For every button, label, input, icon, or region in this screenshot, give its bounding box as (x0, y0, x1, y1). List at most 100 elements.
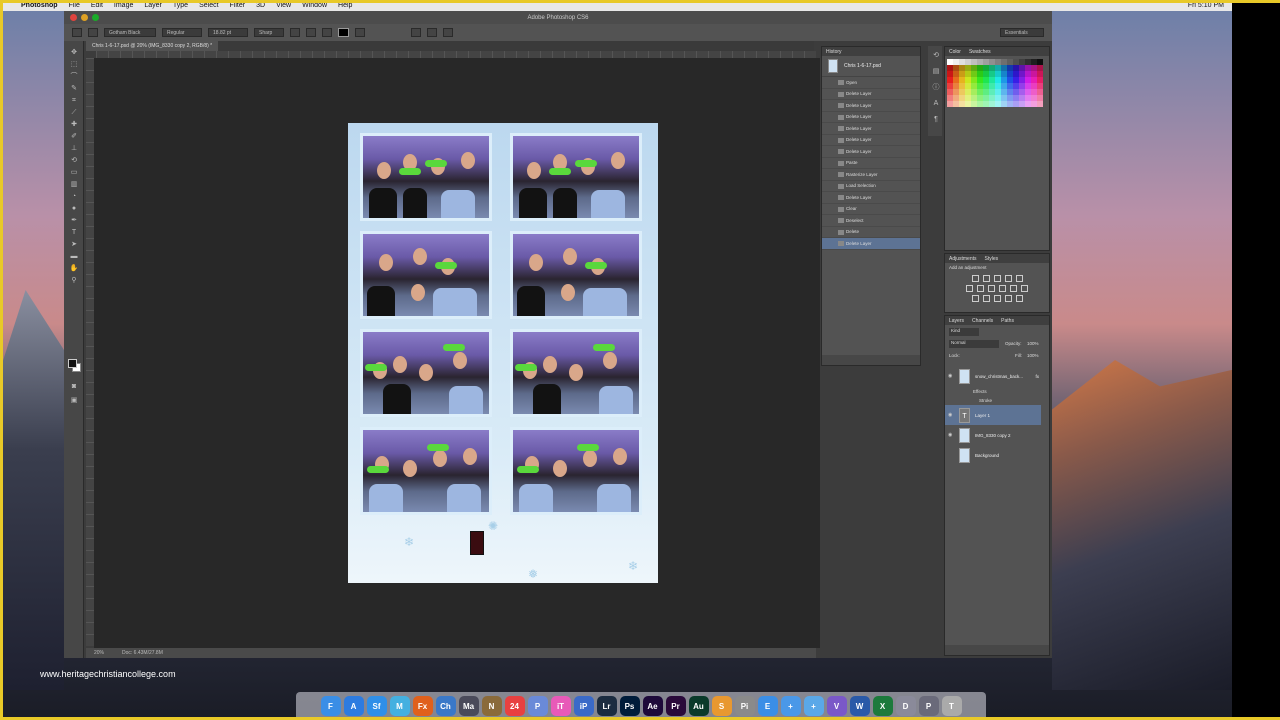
posterize-icon[interactable] (982, 295, 990, 302)
pen-tool-icon[interactable]: ✒ (69, 217, 79, 225)
menu-app-name[interactable]: Photoshop (21, 2, 58, 9)
layer-row-active[interactable]: ◉ T Layer 1 (945, 405, 1041, 425)
workspace-select[interactable]: Essentials (1000, 28, 1044, 37)
menu-layer[interactable]: Layer (144, 2, 162, 9)
menu-image[interactable]: Image (114, 2, 133, 9)
levels-icon[interactable] (982, 275, 990, 282)
warp-text-icon[interactable] (355, 28, 365, 37)
vibrance-icon[interactable] (1015, 275, 1023, 282)
dock-app-icon[interactable]: Lr (596, 696, 617, 716)
dock-app-icon[interactable]: 24 (504, 696, 525, 716)
menu-edit[interactable]: Edit (91, 2, 103, 9)
history-item[interactable]: Delete (822, 227, 920, 238)
menu-file[interactable]: File (69, 2, 80, 9)
history-item[interactable]: Delete Layer (822, 192, 920, 204)
anti-alias-select[interactable]: Sharp (254, 28, 284, 37)
tab-layers[interactable]: Layers (949, 318, 964, 324)
document-size[interactable]: Doc: 6.43M/27.8M (122, 650, 163, 656)
screen-mode-icon[interactable]: ▣ (69, 397, 79, 405)
visibility-eye-icon[interactable]: ◉ (948, 373, 954, 379)
dock-app-icon[interactable]: V (826, 696, 847, 716)
history-item[interactable]: Delete Layer (822, 135, 920, 146)
text-layer-placeholder[interactable] (470, 531, 484, 555)
document-tab[interactable]: Chris 1-6-17.psd @ 20% (IMG_8330 copy 2,… (86, 41, 219, 51)
dock-app-icon[interactable]: Ma (458, 696, 479, 716)
shape-tool-icon[interactable]: ▬ (69, 253, 79, 261)
photo-filter-icon[interactable] (999, 285, 1006, 292)
align-center-icon[interactable] (306, 28, 316, 37)
gradient-map-icon[interactable] (1004, 295, 1012, 302)
type-tool-icon[interactable]: T (69, 229, 79, 237)
text-color-swatch[interactable] (338, 28, 349, 37)
dock-app-icon[interactable]: + (803, 696, 824, 716)
foreground-color-swatch[interactable] (68, 359, 77, 368)
text-orientation-icon[interactable] (88, 28, 98, 37)
history-item[interactable]: Clear (822, 204, 920, 215)
tab-adjustments[interactable]: Adjustments (949, 256, 977, 262)
paragraph-panel-icon[interactable]: ¶ (931, 116, 941, 124)
history-panel-icon[interactable]: ⟲ (931, 52, 941, 60)
color-lookup-icon[interactable] (1021, 285, 1028, 292)
dock-app-icon[interactable]: S (711, 696, 732, 716)
brush-tool-icon[interactable]: ✐ (69, 133, 79, 141)
dock-app-icon[interactable]: Ps (619, 696, 640, 716)
tab-swatches[interactable]: Swatches (969, 49, 991, 55)
canvas-area[interactable]: ❄ ✺ ❄ ❅ (94, 58, 820, 648)
dock-app-icon[interactable]: Ae (642, 696, 663, 716)
dock-app-icon[interactable]: F (320, 696, 341, 716)
menu-select[interactable]: Select (199, 2, 218, 9)
history-item[interactable]: Delete Layer (822, 100, 920, 112)
crop-tool-icon[interactable]: ⌗ (69, 97, 79, 105)
dock-app-icon[interactable]: M (389, 696, 410, 716)
color-balance-icon[interactable] (977, 285, 984, 292)
tab-paths[interactable]: Paths (1001, 318, 1014, 324)
marquee-tool-icon[interactable]: ⬚ (69, 61, 79, 69)
blend-mode-select[interactable]: Normal (949, 340, 999, 348)
dock-app-icon[interactable]: W (849, 696, 870, 716)
history-item[interactable]: Delete Layer (822, 238, 920, 250)
dock-app-icon[interactable]: Au (688, 696, 709, 716)
info-panel-icon[interactable]: ⓘ (931, 84, 941, 92)
dock-app-icon[interactable]: D (895, 696, 916, 716)
path-select-tool-icon[interactable]: ➤ (69, 241, 79, 249)
zoom-tool-icon[interactable]: ⚲ (69, 277, 79, 285)
zoom-level[interactable]: 20% (94, 650, 104, 656)
visibility-eye-icon[interactable]: ◉ (948, 432, 954, 438)
blur-tool-icon[interactable]: ◔ (69, 193, 79, 201)
dodge-tool-icon[interactable]: ● (69, 205, 79, 213)
dock-app-icon[interactable]: iP (573, 696, 594, 716)
curves-icon[interactable] (993, 275, 1001, 282)
tab-styles[interactable]: Styles (985, 256, 999, 262)
menu-3d[interactable]: 3D (256, 2, 265, 9)
exposure-icon[interactable] (1004, 275, 1012, 282)
eyedropper-tool-icon[interactable]: ⟋ (69, 109, 79, 117)
menu-filter[interactable]: Filter (230, 2, 246, 9)
dock-app-icon[interactable]: Pi (734, 696, 755, 716)
dock-app-icon[interactable]: E (757, 696, 778, 716)
dock-app-icon[interactable]: X (872, 696, 893, 716)
dock-app-icon[interactable]: P (918, 696, 939, 716)
history-item[interactable]: Delete Layer (822, 112, 920, 123)
commit-edit-icon[interactable] (427, 28, 437, 37)
menu-help[interactable]: Help (338, 2, 352, 9)
move-tool-icon[interactable]: ✥ (69, 49, 79, 57)
dock-app-icon[interactable]: Sf (366, 696, 387, 716)
dock-app-icon[interactable]: + (780, 696, 801, 716)
menu-window[interactable]: Window (302, 2, 327, 9)
history-brush-tool-icon[interactable]: ⟲ (69, 157, 79, 165)
stamp-tool-icon[interactable]: ⊥ (69, 145, 79, 153)
dock-app-icon[interactable]: T (941, 696, 962, 716)
font-family-select[interactable]: Gotham Black (104, 28, 156, 37)
dock-app-icon[interactable]: Ch (435, 696, 456, 716)
dock-app-icon[interactable]: A (343, 696, 364, 716)
menu-type[interactable]: Type (173, 2, 188, 9)
lasso-tool-icon[interactable]: ⌒ (69, 73, 79, 81)
invert-icon[interactable] (971, 295, 979, 302)
font-size-field[interactable]: 18.82 pt (208, 28, 248, 37)
channel-mixer-icon[interactable] (1010, 285, 1017, 292)
selective-color-icon[interactable] (1015, 295, 1023, 302)
hue-sat-icon[interactable] (966, 285, 973, 292)
dock-app-icon[interactable]: iT (550, 696, 571, 716)
tab-color[interactable]: Color (949, 49, 961, 55)
align-right-icon[interactable] (322, 28, 332, 37)
